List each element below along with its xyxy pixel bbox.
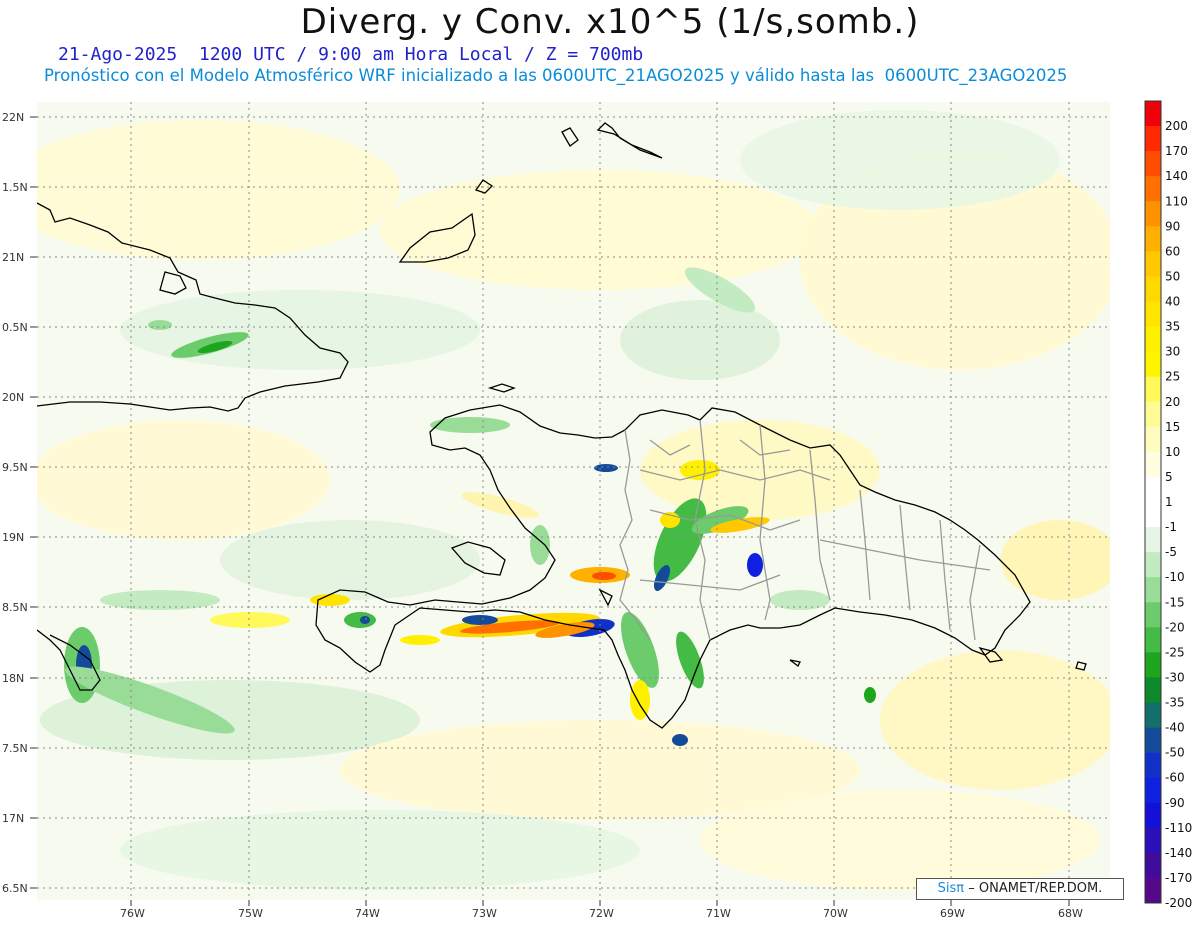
colorbar-swatch <box>1145 727 1161 753</box>
lat-label: 7.5N <box>2 742 28 755</box>
colorbar-label: -110 <box>1165 821 1192 835</box>
lon-label: 70W <box>823 907 848 920</box>
colorbar-label: 25 <box>1165 370 1180 384</box>
colorbar-label: 200 <box>1165 119 1188 133</box>
colorbar-label: 110 <box>1165 194 1188 208</box>
colorbar-label: 50 <box>1165 269 1180 283</box>
colorbar-label: -10 <box>1165 570 1185 584</box>
lat-label: 0.5N <box>2 321 28 334</box>
colorbar-swatch <box>1145 276 1161 302</box>
colorbar-label: 5 <box>1165 470 1173 484</box>
colorbar-label: -1 <box>1165 520 1177 534</box>
colorbar-swatch <box>1145 827 1161 854</box>
map-figure: 22N 1.5N 21N 0.5N 20N 9.5N 19N 8.5N 18N … <box>2 100 1192 920</box>
colorbar-label: -15 <box>1165 595 1185 609</box>
colorbar-swatch <box>1145 577 1161 603</box>
colorbar-swatch <box>1145 752 1161 778</box>
lon-label: 71W <box>706 907 731 920</box>
colorbar-swatch <box>1145 426 1161 453</box>
latitude-labels: 22N 1.5N 21N 0.5N 20N 9.5N 19N 8.5N 18N … <box>2 111 28 895</box>
credit-box: Sisπ – ONAMET/REP.DOM. <box>916 878 1124 900</box>
colorbar-label: 35 <box>1165 320 1180 334</box>
colorbar-swatch <box>1145 401 1161 428</box>
colorbar-label: -60 <box>1165 771 1185 785</box>
colorbar-swatch <box>1145 251 1161 277</box>
colorbar-label: 60 <box>1165 244 1180 258</box>
lon-label: 72W <box>589 907 614 920</box>
colorbar-label: -90 <box>1165 796 1185 810</box>
colorbar-label: 90 <box>1165 219 1180 233</box>
colorbar-swatch <box>1145 351 1161 377</box>
colorbar-swatch <box>1145 226 1161 252</box>
colorbar-swatch <box>1145 677 1161 703</box>
colorbar-label: -5 <box>1165 545 1177 559</box>
lat-label: 8.5N <box>2 601 28 614</box>
lat-label: 21N <box>2 251 24 264</box>
lat-label: 6.5N <box>2 882 28 895</box>
colorbar-label: -170 <box>1165 871 1192 885</box>
colorbar-label: 10 <box>1165 445 1180 459</box>
colorbar-swatch <box>1145 527 1161 553</box>
colorbar-swatch <box>1145 852 1161 879</box>
colorbar-label: -50 <box>1165 746 1185 760</box>
colorbar-label: -30 <box>1165 670 1185 684</box>
lon-label: 69W <box>940 907 965 920</box>
longitude-labels: 76W 75W 74W 73W 72W 71W 70W 69W 68W <box>120 907 1083 920</box>
lat-label: 18N <box>2 672 24 685</box>
colorbar-swatch <box>1145 627 1161 653</box>
lat-label: 20N <box>2 391 24 404</box>
colorbar-swatch <box>1145 877 1161 904</box>
lat-label: 9.5N <box>2 461 28 474</box>
lon-label: 74W <box>355 907 380 920</box>
colorbar-swatch <box>1145 502 1161 528</box>
colorbar-swatch <box>1145 376 1161 403</box>
lon-label: 76W <box>120 907 145 920</box>
colorbar-swatch <box>1145 702 1161 728</box>
colorbar-swatch <box>1145 101 1161 127</box>
colorbar-label: 170 <box>1165 144 1188 158</box>
lon-label: 75W <box>238 907 263 920</box>
lat-label: 22N <box>2 111 24 124</box>
colorbar-swatch <box>1145 476 1161 503</box>
colorbar-swatch <box>1145 602 1161 628</box>
colorbar-swatch <box>1145 326 1161 352</box>
colorbar-label: 30 <box>1165 345 1180 359</box>
colorbar-label: 20 <box>1165 395 1180 409</box>
colorbar-swatch <box>1145 652 1161 678</box>
colorbar-label: 140 <box>1165 169 1188 183</box>
colorbar-swatch <box>1145 301 1161 327</box>
colorbar-label: -200 <box>1165 896 1192 910</box>
colorbar-label: -140 <box>1165 846 1192 860</box>
colorbar-label: 40 <box>1165 295 1180 309</box>
colorbar-label: -35 <box>1165 696 1185 710</box>
colorbar-label: -25 <box>1165 645 1185 659</box>
colorbar-label: 15 <box>1165 420 1180 434</box>
lon-label: 68W <box>1058 907 1083 920</box>
colorbar-swatch <box>1145 802 1161 829</box>
credit-text: – ONAMET/REP.DOM. <box>968 881 1103 896</box>
colorbar-swatch <box>1145 451 1161 478</box>
colorbar-label: -20 <box>1165 620 1185 634</box>
lon-label: 73W <box>472 907 497 920</box>
colorbar-swatch <box>1145 552 1161 578</box>
colorbar-swatch <box>1145 151 1161 177</box>
colorbar-label: 1 <box>1165 495 1173 509</box>
lat-label: 17N <box>2 812 24 825</box>
colorbar: 200 170 140 110 90 60 50 40 35 30 25 20 15 10 5 1 -1 -5 -1… <box>1144 100 1192 910</box>
lat-label: 19N <box>2 531 24 544</box>
colorbar-label: -40 <box>1165 721 1185 735</box>
colorbar-swatch <box>1145 777 1161 804</box>
colorbar-swatch <box>1145 201 1161 227</box>
lat-label: 1.5N <box>2 181 28 194</box>
colorbar-swatch <box>1145 176 1161 202</box>
colorbar-swatch <box>1145 126 1161 152</box>
sispi-logo: Sisπ <box>937 881 965 896</box>
